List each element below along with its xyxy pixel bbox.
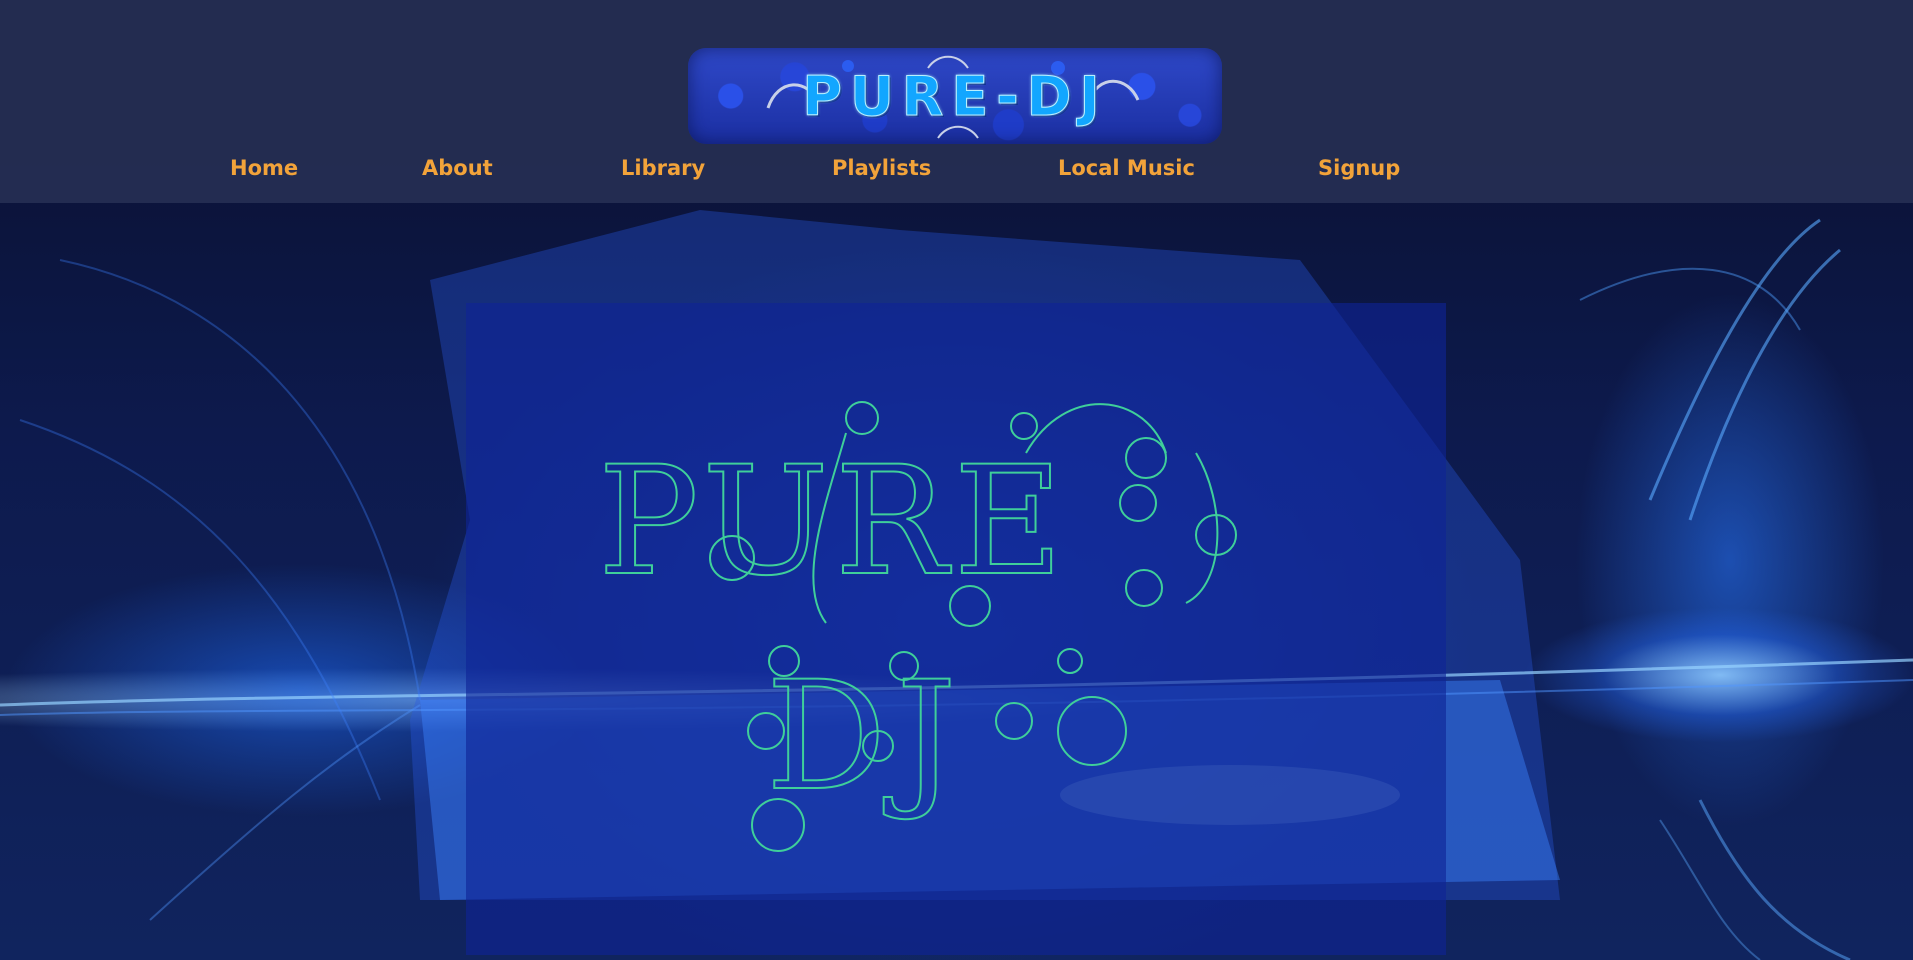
hero-line-pure: PURE [598,435,1069,609]
hero-line-dj: DJ [766,650,966,824]
nav-item-local-music[interactable]: Local Music [1058,156,1195,180]
nav-item-home[interactable]: Home [230,156,298,180]
site-logo[interactable]: PURE-DJ [688,48,1222,144]
hero-panel: PURE DJ [466,303,1446,955]
page: PURE-DJ Home About Library Playlists Loc… [0,0,1913,960]
nav-item-about[interactable]: About [422,156,493,180]
main-nav: Home About Library Playlists Local Music… [0,150,1913,190]
nav-item-playlists[interactable]: Playlists [832,156,931,180]
nav-item-signup[interactable]: Signup [1318,156,1400,180]
site-header: PURE-DJ Home About Library Playlists Loc… [0,0,1913,203]
logo-text: PURE-DJ [802,64,1108,128]
hero-title: PURE DJ [597,401,1237,852]
nav-item-library[interactable]: Library [621,156,705,180]
